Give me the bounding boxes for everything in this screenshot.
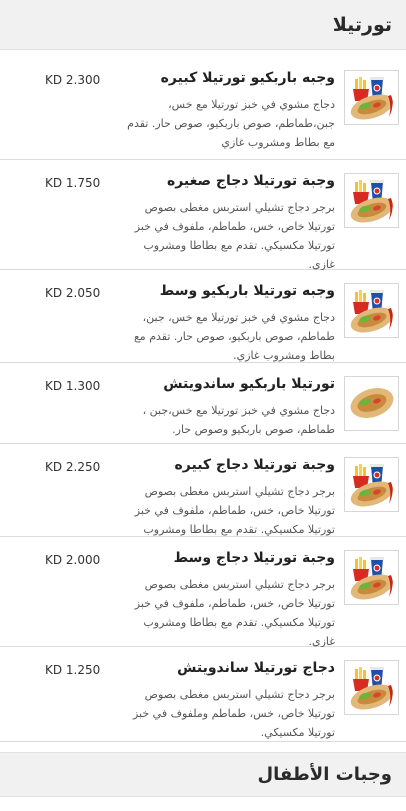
- menu-item[interactable]: تورتيلا باربكيو ساندويتش دجاج مشوي في خب…: [0, 363, 406, 444]
- item-name: وجبه تورتيلا باربكيو وسط: [159, 283, 335, 299]
- food-image-icon: [345, 661, 398, 714]
- item-price: KD 2.000: [45, 553, 101, 567]
- item-image: [344, 550, 399, 605]
- menu-item[interactable]: وجبه باربكيو تورتيلا كبيره دجاج مشوي في …: [0, 57, 406, 160]
- item-name: تورتيلا باربكيو ساندويتش: [163, 376, 335, 392]
- food-image-icon: [345, 458, 398, 511]
- food-image-icon: [345, 71, 398, 124]
- menu-item[interactable]: دجاج تورتيلا ساندويتش برجر دجاج تشيلي اس…: [0, 647, 406, 742]
- item-description: برجر دجاج تشيلي استربس مغطى بصوص تورتيلا…: [132, 688, 335, 739]
- item-image: [344, 283, 399, 338]
- item-price: KD 1.300: [45, 379, 101, 393]
- food-image-icon: [345, 174, 398, 227]
- item-description: دجاج مشوي في خبز تورتيلا مع خس، جبن،طماط…: [127, 98, 335, 149]
- food-image-icon: [345, 284, 398, 337]
- item-description: برجر دجاج تشيلي استربس مغطى بصوص تورتيلا…: [134, 201, 335, 271]
- item-image: [344, 173, 399, 228]
- food-image-icon: [345, 377, 398, 430]
- item-price: KD 2.250: [45, 460, 101, 474]
- menu-item[interactable]: وجبة تورتيلا دجاج وسط برجر دجاج تشيلي اس…: [0, 537, 406, 648]
- menu-item[interactable]: وجبة تورتيلا دجاج كبيره برجر دجاج تشيلي …: [0, 444, 406, 555]
- item-description: دجاج مشوي في خبز تورتيلا مع خس،جبن ، طما…: [142, 404, 335, 436]
- section-title: تورتيلا: [332, 13, 392, 36]
- item-description: دجاج مشوي في خبز تورتيلا مع خس، جبن، طما…: [133, 311, 335, 362]
- section-header-kids-meals[interactable]: وجبات الأطفال: [0, 752, 406, 797]
- item-name: وجبه باربكيو تورتيلا كبيره: [160, 70, 335, 86]
- section-header-tortilla: تورتيلا: [0, 0, 406, 50]
- section-gap: [0, 50, 406, 57]
- item-image: [344, 660, 399, 715]
- item-price: KD 2.050: [45, 286, 101, 300]
- item-price: KD 2.300: [45, 73, 101, 87]
- item-image: [344, 70, 399, 125]
- item-description: برجر دجاج تشيلي استربس مغطى بصوص تورتيلا…: [134, 578, 335, 648]
- item-name: وجبة تورتيلا دجاج كبيره: [174, 457, 335, 473]
- item-price: KD 1.250: [45, 663, 101, 677]
- menu-list: وجبه باربكيو تورتيلا كبيره دجاج مشوي في …: [0, 57, 406, 742]
- item-name: وجبة تورتيلا دجاج وسط: [173, 550, 335, 566]
- kids-section-title: وجبات الأطفال: [257, 764, 392, 785]
- menu-item[interactable]: وجبة تورتيلا دجاج صغيره برجر دجاج تشيلي …: [0, 160, 406, 271]
- item-name: وجبة تورتيلا دجاج صغيره: [166, 173, 335, 189]
- item-price: KD 1.750: [45, 176, 101, 190]
- item-image: [344, 376, 399, 431]
- food-image-icon: [345, 551, 398, 604]
- menu-item[interactable]: وجبه تورتيلا باربكيو وسط دجاج مشوي في خب…: [0, 270, 406, 363]
- item-image: [344, 457, 399, 512]
- item-name: دجاج تورتيلا ساندويتش: [177, 660, 335, 676]
